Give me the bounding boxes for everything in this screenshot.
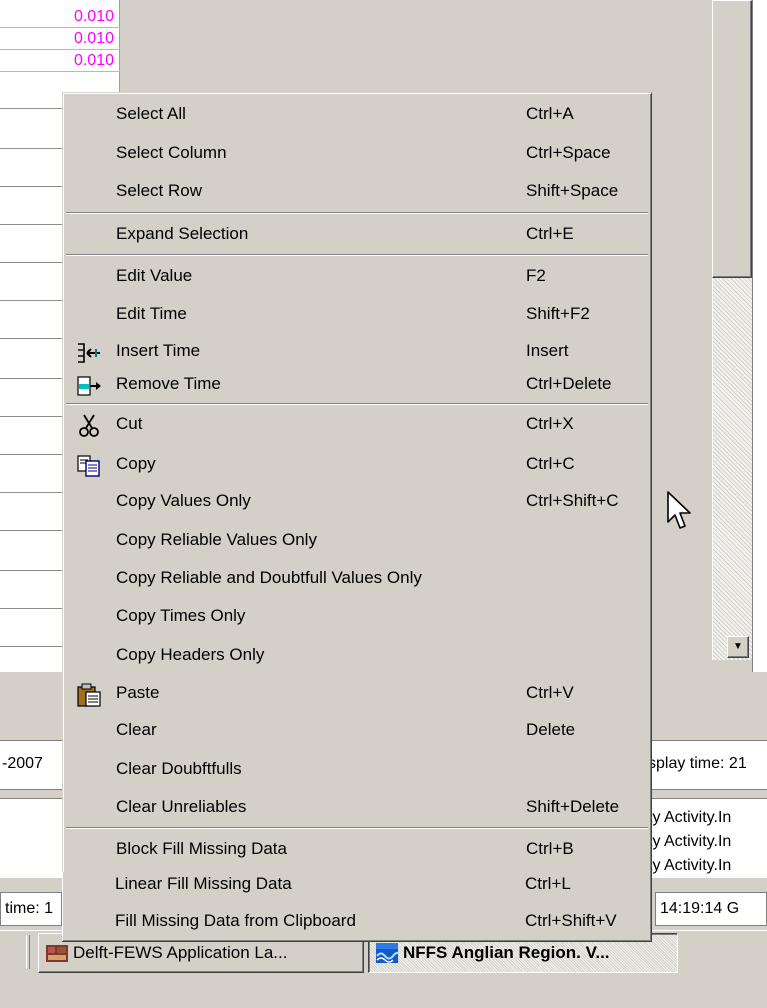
menu-item-clear-doubtfulls[interactable]: Clear Doubftfulls xyxy=(66,752,648,788)
menu-item-edit-time[interactable]: Edit Time Shift+F2 xyxy=(66,297,648,333)
menu-item-remove-time[interactable]: Remove Time Ctrl+Delete xyxy=(66,367,648,403)
menu-item-expand-selection[interactable]: Expand Selection Ctrl+E xyxy=(66,217,648,253)
menu-item-shortcut: Ctrl+Shift+V xyxy=(525,911,617,930)
menu-item-shortcut: Shift+Delete xyxy=(526,797,620,816)
menu-item-label: Select All xyxy=(116,104,186,123)
menu-item-copy-headers-only[interactable]: Copy Headers Only xyxy=(66,638,648,674)
menu-item-shortcut: Shift+Space xyxy=(526,181,619,200)
menu-item-clear-unreliables[interactable]: Clear Unreliables Shift+Delete xyxy=(66,790,648,826)
menu-item-shortcut: Ctrl+X xyxy=(526,414,574,433)
menu-item-label: Select Row xyxy=(116,181,202,200)
menu-item-label: Copy xyxy=(116,454,156,473)
menu-separator xyxy=(66,403,648,405)
table-cell-value[interactable]: 0.010 xyxy=(0,28,120,50)
menu-item-shortcut: Ctrl+Delete xyxy=(526,374,612,393)
menu-item-label: Copy Headers Only xyxy=(116,645,265,664)
menu-item-shortcut: Ctrl+E xyxy=(526,224,574,243)
menu-item-shortcut: Insert xyxy=(526,341,569,360)
menu-item-select-column[interactable]: Select Column Ctrl+Space xyxy=(66,136,648,172)
menu-item-label: Paste xyxy=(116,683,160,702)
taskbar-button-label: NFFS Anglian Region. V... xyxy=(403,943,610,962)
display-time-text: splay time: 21 xyxy=(648,755,747,772)
log-line: ty Activity.In xyxy=(648,857,732,874)
menu-item-insert-time[interactable]: Insert Time Insert xyxy=(66,334,648,370)
menu-item-select-row[interactable]: Select Row Shift+Space xyxy=(66,174,648,210)
scroll-down-button[interactable]: ▼ xyxy=(727,636,749,658)
table-cell-value[interactable]: 0.010 xyxy=(0,50,120,72)
menu-item-copy-reliable-values-only[interactable]: Copy Reliable Values Only xyxy=(66,523,648,559)
menu-item-block-fill-missing-data[interactable]: Block Fill Missing Data Ctrl+B xyxy=(66,832,648,868)
menu-item-paste[interactable]: Paste Ctrl+V xyxy=(66,676,648,712)
menu-item-select-all[interactable]: Select All Ctrl+A xyxy=(66,97,648,133)
insert-time-icon xyxy=(78,343,100,363)
menu-item-shortcut: Ctrl+L xyxy=(525,874,571,893)
date-text: -2007 xyxy=(2,755,43,772)
menu-separator xyxy=(66,254,648,256)
context-menu: Select All Ctrl+A Select Column Ctrl+Spa… xyxy=(62,92,652,878)
scissors-icon xyxy=(79,414,99,437)
window-edge xyxy=(752,0,767,672)
menu-item-label: Insert Time xyxy=(116,341,201,360)
menu-item-shortcut: F2 xyxy=(526,266,546,285)
table-cell-value[interactable]: 0.010 xyxy=(0,6,120,28)
menu-item-label: Copy Reliable and Doubtfull Values Only xyxy=(116,568,422,587)
menu-item-label: Clear Doubftfulls xyxy=(116,759,242,778)
menu-item-copy[interactable]: Copy Ctrl+C xyxy=(66,447,648,483)
context-menu-continued: Linear Fill Missing Data Ctrl+L Fill Mis… xyxy=(62,872,652,942)
menu-item-shortcut: Ctrl+Shift+C xyxy=(526,491,619,510)
log-line: ty Activity.In xyxy=(648,833,732,850)
menu-item-shortcut: Delete xyxy=(526,720,576,739)
menu-item-label: Copy Values Only xyxy=(116,491,251,510)
menu-item-label: Clear Unreliables xyxy=(116,797,247,816)
log-line: ty Activity.In xyxy=(648,809,732,826)
menu-item-label: Fill Missing Data from Clipboard xyxy=(115,911,356,930)
status-time-field: time: 1 xyxy=(0,892,62,926)
menu-item-label: Copy Reliable Values Only xyxy=(116,530,317,549)
status-clock-field: 14:19:14 G xyxy=(655,892,767,926)
menu-item-label: Select Column xyxy=(116,143,227,162)
menu-separator xyxy=(66,827,648,829)
vertical-scrollbar[interactable] xyxy=(712,0,752,660)
menu-item-shortcut: Ctrl+A xyxy=(526,104,574,123)
menu-item-label: Edit Value xyxy=(116,266,193,285)
menu-item-copy-times-only[interactable]: Copy Times Only xyxy=(66,599,648,635)
menu-item-shortcut: Shift+F2 xyxy=(526,304,590,323)
menu-item-copy-values-only[interactable]: Copy Values Only Ctrl+Shift+C xyxy=(66,484,648,520)
taskbar-button-label: Delft-FEWS Application La... xyxy=(73,943,288,962)
menu-item-shortcut: Ctrl+Space xyxy=(526,143,611,162)
menu-item-label: Copy Times Only xyxy=(116,606,246,625)
mouse-pointer-icon xyxy=(667,491,691,529)
menu-item-label: Block Fill Missing Data xyxy=(116,839,287,858)
menu-item-edit-value[interactable]: Edit Value F2 xyxy=(66,259,648,295)
copy-icon xyxy=(77,455,100,477)
menu-item-label: Remove Time xyxy=(116,374,221,393)
menu-separator xyxy=(66,212,648,214)
menu-item-label: Edit Time xyxy=(116,304,187,323)
menu-item-shortcut: Ctrl+B xyxy=(526,839,574,858)
arrow-down-icon: ▼ xyxy=(733,641,743,652)
taskbar-grip[interactable] xyxy=(26,935,30,969)
menu-item-label: Linear Fill Missing Data xyxy=(115,874,292,893)
menu-item-label: Cut xyxy=(116,414,143,433)
menu-item-cut[interactable]: Cut Ctrl+X xyxy=(66,407,648,443)
menu-item-shortcut: Ctrl+C xyxy=(526,454,575,473)
menu-item-copy-reliable-doubtfull-values-only[interactable]: Copy Reliable and Doubtfull Values Only xyxy=(66,561,648,597)
menu-item-fill-missing-data-from-clipboard[interactable]: Fill Missing Data from Clipboard Ctrl+Sh… xyxy=(65,904,647,940)
paste-icon xyxy=(77,683,101,707)
menu-item-clear[interactable]: Clear Delete xyxy=(66,713,648,749)
menu-item-label: Clear xyxy=(116,720,157,739)
nffs-app-icon xyxy=(376,943,399,963)
menu-item-shortcut: Ctrl+V xyxy=(526,683,574,702)
scrollbar-thumb[interactable] xyxy=(712,0,752,278)
remove-time-icon xyxy=(77,376,101,396)
fews-launcher-icon xyxy=(46,945,68,962)
menu-item-label: Expand Selection xyxy=(116,224,249,243)
menu-item-linear-fill-missing-data[interactable]: Linear Fill Missing Data Ctrl+L xyxy=(65,867,647,903)
